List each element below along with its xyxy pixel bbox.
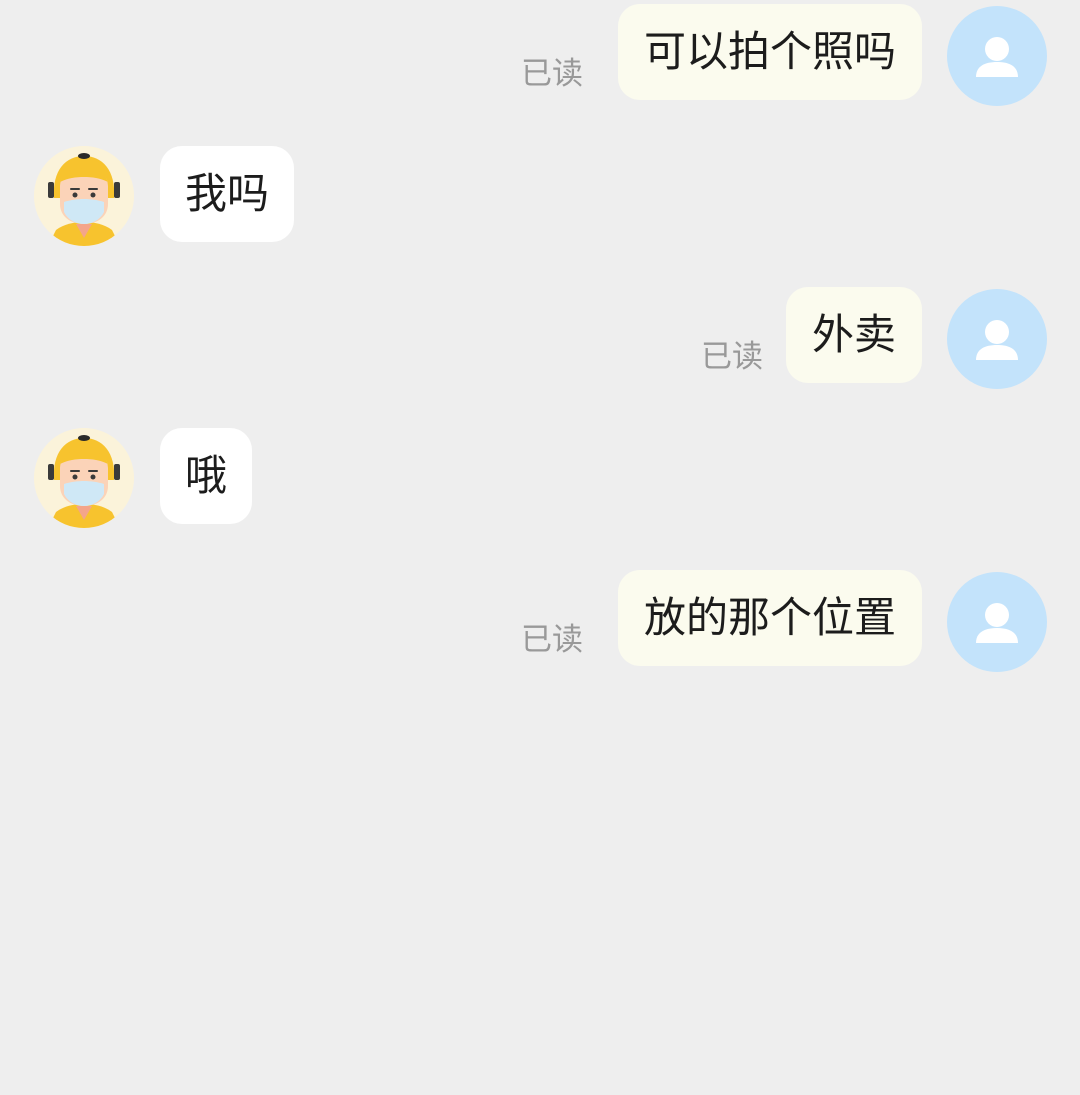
contact-avatar[interactable] xyxy=(34,428,134,528)
message-bubble-incoming[interactable]: 哦 xyxy=(160,428,253,524)
message-bubble-outgoing[interactable]: 可以拍个照吗 xyxy=(617,4,922,100)
read-status: 已读 xyxy=(521,622,583,658)
chat-message-list[interactable]: 已读 可以拍个照吗 我吗 已读 外卖 哦 已读 放的那个位置 xyxy=(0,0,1080,1095)
message-text: 外卖 xyxy=(811,310,896,359)
default-user-icon xyxy=(976,320,1018,360)
message-row-outgoing: 已读 放的那个位置 xyxy=(0,570,1080,672)
message-row-outgoing: 已读 外卖 xyxy=(0,287,1080,389)
contact-avatar[interactable] xyxy=(34,146,134,246)
message-text: 哦 xyxy=(185,451,228,500)
message-row-outgoing: 已读 可以拍个照吗 xyxy=(0,4,1080,106)
read-status: 已读 xyxy=(701,339,763,375)
self-avatar[interactable] xyxy=(947,289,1047,389)
message-bubble-outgoing[interactable]: 放的那个位置 xyxy=(617,570,922,666)
default-user-icon xyxy=(976,37,1018,77)
self-avatar[interactable] xyxy=(947,6,1047,106)
courier-icon xyxy=(34,146,134,246)
message-row-incoming: 哦 xyxy=(0,428,1080,528)
message-text: 我吗 xyxy=(185,169,270,218)
message-bubble-outgoing[interactable]: 外卖 xyxy=(785,287,922,383)
message-row-incoming: 我吗 xyxy=(0,146,1080,246)
courier-icon xyxy=(34,428,134,528)
message-text: 放的那个位置 xyxy=(643,593,896,642)
read-status: 已读 xyxy=(521,56,583,92)
default-user-icon xyxy=(976,603,1018,643)
self-avatar[interactable] xyxy=(947,572,1047,672)
message-bubble-incoming[interactable]: 我吗 xyxy=(160,146,295,242)
message-text: 可以拍个照吗 xyxy=(643,27,896,76)
